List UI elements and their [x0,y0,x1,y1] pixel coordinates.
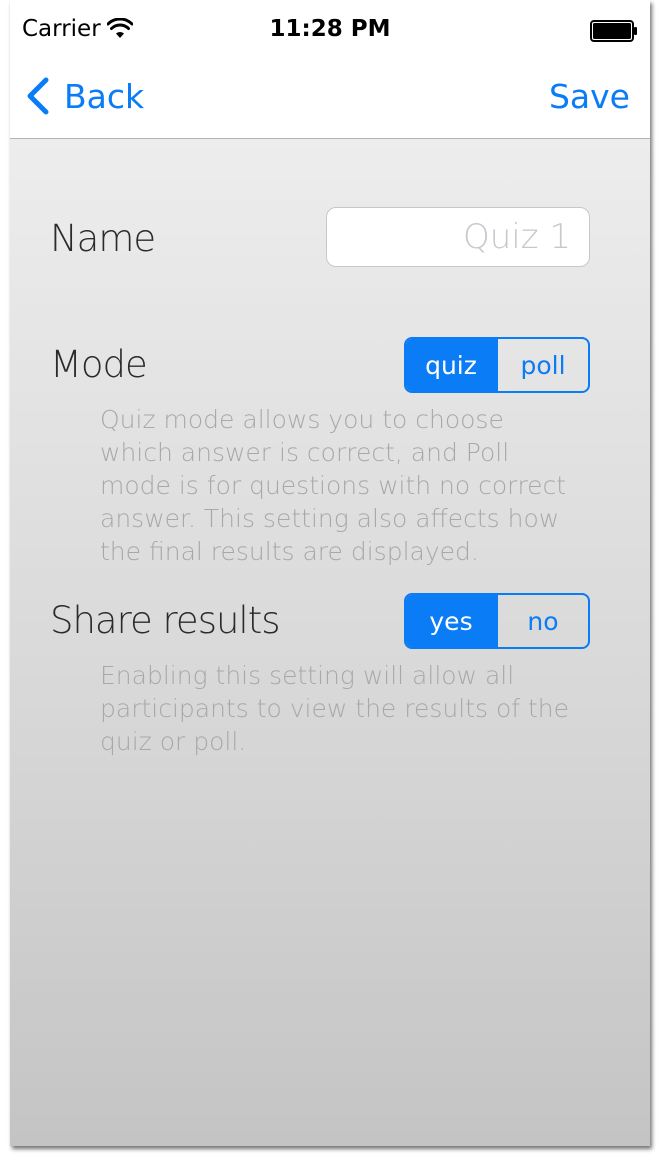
back-button[interactable]: Back [24,74,144,118]
settings-form: Name Mode quiz poll Quiz mode allows you… [10,139,650,1146]
mode-description: Quiz mode allows you to choose which ans… [100,405,567,566]
share-results-label: Share results [50,599,280,642]
save-button[interactable]: Save [549,74,630,118]
status-bar: Carrier 11:28 PM [10,0,650,60]
name-label: Name [50,217,156,260]
status-time: 11:28 PM [269,16,391,42]
chevron-left-icon [27,77,49,115]
battery-icon [590,20,637,42]
mode-option-quiz[interactable]: quiz [406,339,496,391]
mode-option-poll[interactable]: poll [496,339,588,391]
share-option-no[interactable]: no [496,595,588,647]
mode-label: Mode [50,343,148,386]
navigation-bar: Back Save [10,60,650,139]
save-label: Save [548,76,630,116]
share-results-description: Enabling this setting will allow all par… [100,661,570,756]
quiz-name-field[interactable] [326,207,590,267]
share-option-yes[interactable]: yes [406,595,496,647]
phone-screen: Carrier 11:28 PM Back Save Name Mode qu [10,0,650,1146]
mode-segmented-control: quiz poll [404,337,590,393]
share-results-segmented-control: yes no [404,593,590,649]
back-label: Back [64,76,145,116]
